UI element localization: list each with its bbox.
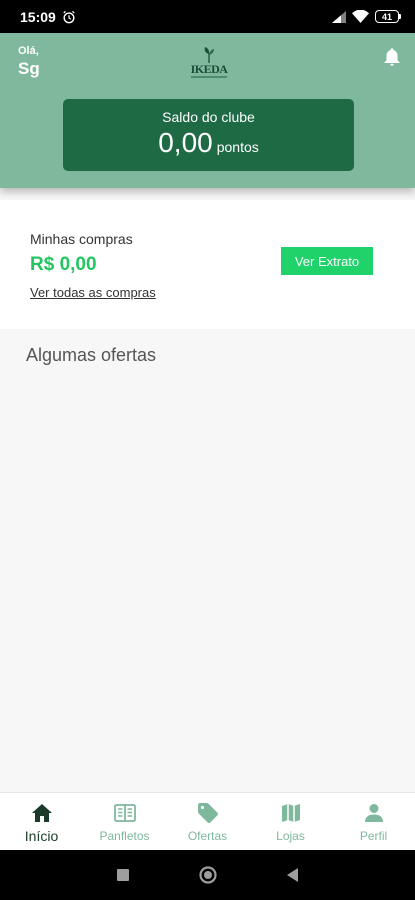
bottom-navigation: Início Panfletos Ofertas Lojas Perfil <box>0 792 415 850</box>
nav-label-panfletos: Panfletos <box>99 829 150 843</box>
back-triangle-icon <box>286 868 298 882</box>
nav-label-perfil: Perfil <box>359 829 388 843</box>
see-all-purchases-link[interactable]: Ver todas as compras <box>30 285 156 300</box>
home-icon <box>31 804 52 822</box>
greeting: Olá, Sg <box>18 45 40 79</box>
notification-bell-icon[interactable] <box>381 45 403 69</box>
wifi-icon <box>352 10 369 23</box>
purchases-amount: R$ 0,00 <box>30 254 97 275</box>
status-time: 15:09 <box>20 8 56 25</box>
greeting-text: Olá, <box>18 45 39 57</box>
battery-level: 41 <box>381 11 392 22</box>
balance-unit: pontos <box>216 139 259 155</box>
circle-icon <box>198 866 217 884</box>
offers-title: Algumas ofertas <box>26 345 157 365</box>
newspaper-icon <box>113 804 136 822</box>
nav-item-lojas[interactable]: Lojas <box>249 793 332 850</box>
person-icon <box>364 804 383 822</box>
battery-icon: 41 <box>375 10 401 23</box>
balance-title: Saldo do clube <box>162 109 255 125</box>
brand-logo: IKEDA <box>186 47 232 83</box>
system-navigation-bar <box>0 850 415 900</box>
status-bar: 15:09 41 <box>0 0 415 33</box>
nav-label-lojas: Lojas <box>276 829 305 843</box>
cellular-signal-icon <box>332 10 346 23</box>
tag-icon <box>197 803 218 823</box>
view-statement-button[interactable]: Ver Extrato <box>281 247 373 275</box>
logo-text: IKEDA <box>190 62 228 76</box>
logo-subtitle <box>191 76 227 78</box>
nav-item-perfil[interactable]: Perfil <box>332 793 415 850</box>
balance-value: 0,00 <box>158 127 213 158</box>
nav-label-inicio: Início <box>24 828 59 844</box>
purchases-section: Minhas compras R$ 0,00 Ver todas as comp… <box>0 200 415 329</box>
back-button[interactable] <box>286 867 300 883</box>
nav-item-panfletos[interactable]: Panfletos <box>83 793 166 850</box>
recent-apps-button[interactable] <box>116 868 130 882</box>
leaf-icon <box>204 47 214 63</box>
nav-item-inicio[interactable]: Início <box>0 793 83 850</box>
nav-item-ofertas[interactable]: Ofertas <box>166 793 249 850</box>
purchases-label: Minhas compras <box>30 231 133 247</box>
map-icon <box>281 804 300 822</box>
nav-label-ofertas: Ofertas <box>187 829 228 843</box>
app-header: Olá, Sg IKEDA Saldo do clube 0,00 pontos <box>0 33 415 188</box>
alarm-clock-icon <box>63 10 75 23</box>
home-button[interactable] <box>198 865 218 885</box>
club-balance-card: Saldo do clube 0,00 pontos <box>63 99 354 171</box>
square-icon <box>116 869 129 881</box>
user-name: Sg <box>18 59 40 78</box>
